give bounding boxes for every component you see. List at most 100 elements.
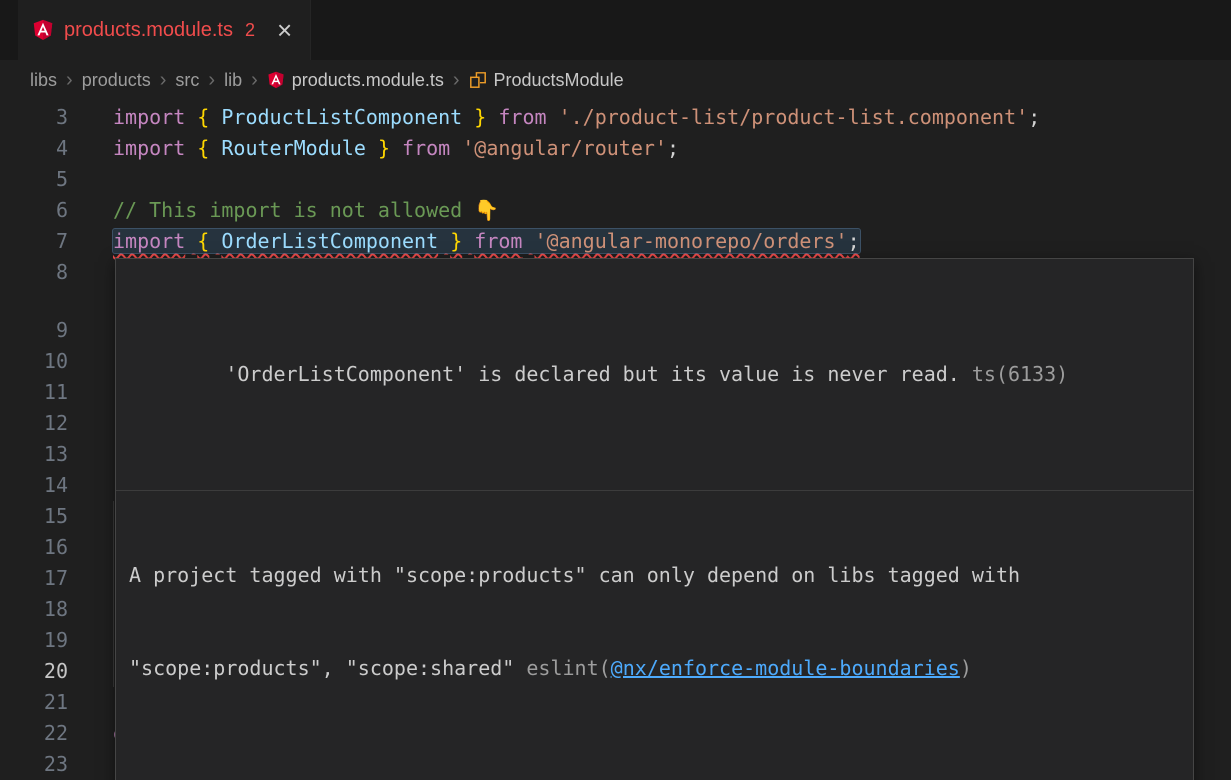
line-content [68,164,113,195]
angular-icon [32,19,54,41]
line-number[interactable]: 18 [0,594,68,625]
line-number[interactable]: 20 [0,656,68,687]
code-line-7[interactable]: 7 import { OrderListComponent } from '@an… [0,226,1231,257]
code-token: import [113,105,185,129]
code-line-6[interactable]: 6 // This import is not allowed 👇 [0,195,1231,226]
hover-ts-diagnostic: 'OrderListComponent' is declared but its… [116,321,1193,428]
code-token [366,136,378,160]
chevron-right-icon: › [453,70,460,90]
breadcrumb-item-src[interactable]: src [175,70,199,91]
eslint-source-close: ) [960,656,972,680]
editor[interactable]: 3import { ProductListComponent } from '.… [0,100,1231,780]
code-token: from [498,105,546,129]
ts-diagnostic-source: ts(6133) [972,362,1068,386]
line-number[interactable]: 5 [0,164,68,195]
line-number[interactable]: 10 [0,346,68,377]
code-token [185,136,197,160]
tab-label: products.module.ts [64,19,233,42]
breadcrumb-item-file[interactable]: products.module.ts [267,70,444,91]
chevron-right-icon: › [251,70,258,90]
line-content: import { OrderListComponent } from '@ang… [68,226,860,257]
code-token: { [197,229,209,253]
chevron-right-icon: › [208,70,215,90]
line-content: import { ProductListComponent } from './… [68,102,1040,133]
angular-icon [267,71,285,89]
breadcrumb-item-libs[interactable]: libs [30,70,57,91]
tab-products-module[interactable]: products.module.ts 2 × [18,0,311,60]
line-content [68,470,113,501]
line-content [68,257,113,288]
line-number[interactable]: 17 [0,563,68,594]
code-token [209,229,221,253]
line-content [68,377,113,408]
code-token: from [474,229,522,253]
line-number[interactable]: 9 [0,315,68,346]
error-squiggle-range[interactable]: import { OrderListComponent } from '@ang… [113,229,860,253]
line-number[interactable]: 11 [0,377,68,408]
code-token [185,229,197,253]
code-token [390,136,402,160]
code-token: OrderListComponent [221,229,438,253]
close-icon[interactable]: × [277,17,292,43]
code-token [450,136,462,160]
code-line-5[interactable]: 5 [0,164,1231,195]
ts-diagnostic-message: 'OrderListComponent' is declared but its… [225,362,960,386]
line-content [68,346,113,377]
code-token [438,229,450,253]
code-token: } [474,105,486,129]
line-number[interactable]: 19 [0,625,68,656]
line-content [68,439,113,470]
line-number[interactable]: 22 [0,718,68,749]
code-token: '@angular/router' [462,136,667,160]
line-number[interactable]: 13 [0,439,68,470]
code-token: { [197,105,209,129]
line-content [68,408,113,439]
line-number[interactable]: 23 [0,749,68,780]
tab-bar: products.module.ts 2 × [0,0,1231,60]
eslint-message-line-2: "scope:products", "scope:shared" eslint(… [129,653,1180,684]
vscode-window: products.module.ts 2 × libs › products ›… [0,0,1231,780]
code-token [209,136,221,160]
line-number[interactable]: 15 [0,501,68,532]
code-token: } [450,229,462,253]
code-token: ; [848,229,860,253]
class-symbol-icon [469,71,487,89]
code-token: './product-list/product-list.component' [559,105,1029,129]
code-token: ; [667,136,679,160]
line-number[interactable]: 6 [0,195,68,226]
code-token: import [113,229,185,253]
tab-problem-count-badge: 2 [245,20,255,41]
chevron-right-icon: › [66,70,73,90]
breadcrumb-item-products[interactable]: products [82,70,151,91]
code-token: from [402,136,450,160]
line-content [68,749,113,780]
code-token: // This import is not allowed 👇 [113,198,499,222]
code-token: '@angular-monorepo/orders' [535,229,848,253]
line-number[interactable]: 4 [0,133,68,164]
code-token: { [197,136,209,160]
line-content: import { RouterModule } from '@angular/r… [68,133,679,164]
code-token [462,105,474,129]
line-number[interactable]: 21 [0,687,68,718]
breadcrumb: libs › products › src › lib › products.m… [0,60,1231,100]
code-token: } [378,136,390,160]
line-number[interactable]: 14 [0,470,68,501]
code-token [209,105,221,129]
code-token [462,229,474,253]
code-token [522,229,534,253]
code-token [486,105,498,129]
code-line-4[interactable]: 4import { RouterModule } from '@angular/… [0,133,1231,164]
hover-eslint-diagnostic: A project tagged with "scope:products" c… [116,490,1193,753]
eslint-message-tail: "scope:products", "scope:shared" [129,656,526,680]
line-number[interactable]: 16 [0,532,68,563]
breadcrumb-item-symbol[interactable]: ProductsModule [469,70,624,91]
line-number[interactable]: 7 [0,226,68,257]
code-line-3[interactable]: 3import { ProductListComponent } from '.… [0,102,1231,133]
eslint-rule-link[interactable]: @nx/enforce-module-boundaries [611,656,960,680]
line-number[interactable]: 12 [0,408,68,439]
code-token: import [113,136,185,160]
line-number[interactable]: 3 [0,102,68,133]
code-token: ; [1028,105,1040,129]
breadcrumb-item-lib[interactable]: lib [224,70,242,91]
line-number[interactable]: 8 [0,257,68,288]
